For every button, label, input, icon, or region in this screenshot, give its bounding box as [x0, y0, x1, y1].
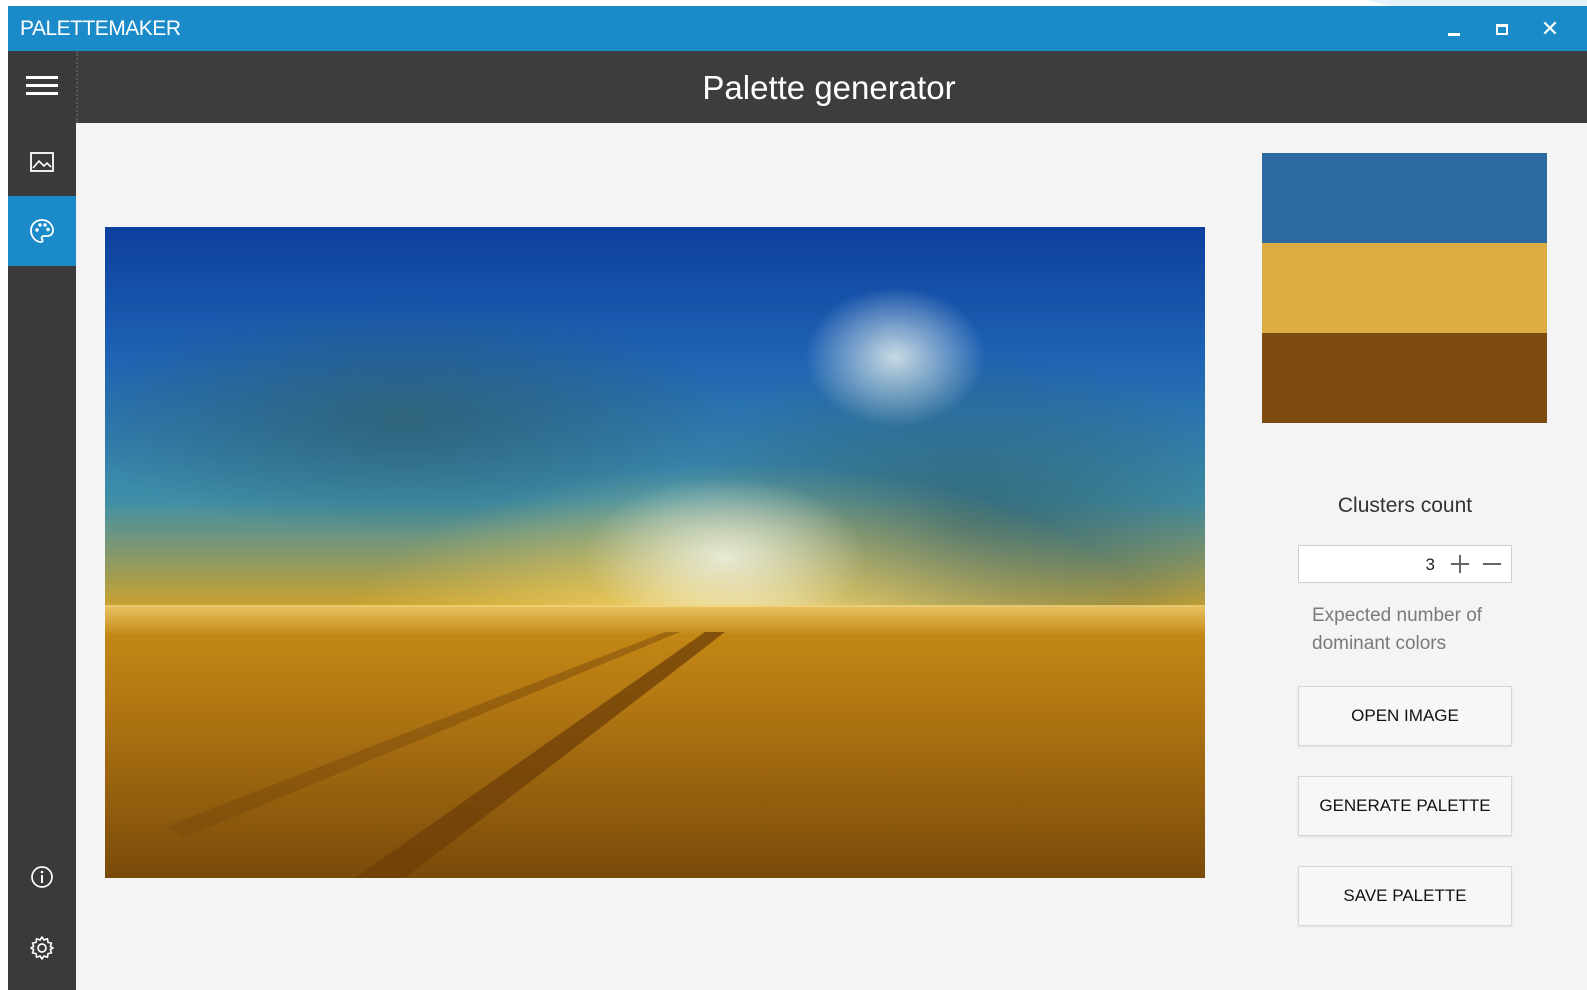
increment-button[interactable] — [1447, 550, 1473, 578]
palette-swatch — [1262, 333, 1547, 423]
gear-icon — [30, 936, 54, 960]
sidebar-item-settings[interactable] — [8, 913, 76, 983]
maximize-button[interactable] — [1487, 15, 1517, 43]
clusters-count-label: Clusters count — [1337, 494, 1473, 517]
decrement-button[interactable] — [1479, 550, 1505, 578]
sidebar — [8, 51, 76, 990]
minimize-button[interactable] — [1439, 15, 1469, 43]
sidebar-item-info[interactable] — [8, 842, 76, 912]
sidebar-item-palette[interactable] — [8, 196, 76, 266]
image-preview — [105, 227, 1205, 878]
generate-palette-button[interactable]: GENERATE PALETTE — [1298, 776, 1512, 836]
page-title: Palette generator — [702, 69, 956, 106]
sidebar-item-image[interactable] — [8, 127, 76, 197]
minimize-icon — [1448, 32, 1460, 36]
palette-preview — [1262, 153, 1547, 423]
info-icon — [31, 866, 53, 888]
close-icon: ✕ — [1540, 16, 1560, 41]
sidebar-menu-button[interactable] — [8, 51, 76, 121]
landscape-image — [105, 227, 1205, 878]
palette-icon — [30, 219, 54, 243]
save-palette-button[interactable]: SAVE PALETTE — [1298, 866, 1512, 926]
open-image-button[interactable]: OPEN IMAGE — [1298, 686, 1512, 746]
palette-swatch — [1262, 153, 1547, 243]
hamburger-menu-icon — [26, 76, 58, 95]
app-title: PALETTEMAKER — [20, 17, 181, 40]
palette-swatch — [1262, 243, 1547, 333]
maximize-icon — [1496, 23, 1508, 35]
close-button[interactable]: ✕ — [1535, 15, 1565, 43]
clusters-count-hint: Expected number of dominant colors — [1312, 605, 1483, 654]
app-window: PALETTEMAKER ✕ Palette generator Cluster… — [8, 6, 1587, 990]
clusters-count-value[interactable]: 3 — [1426, 555, 1435, 575]
title-bar: PALETTEMAKER ✕ — [8, 6, 1587, 51]
image-icon — [30, 152, 54, 172]
page-header: Palette generator — [76, 51, 1587, 123]
minus-icon — [1483, 563, 1501, 565]
clusters-count-stepper[interactable]: 3 — [1298, 545, 1512, 583]
